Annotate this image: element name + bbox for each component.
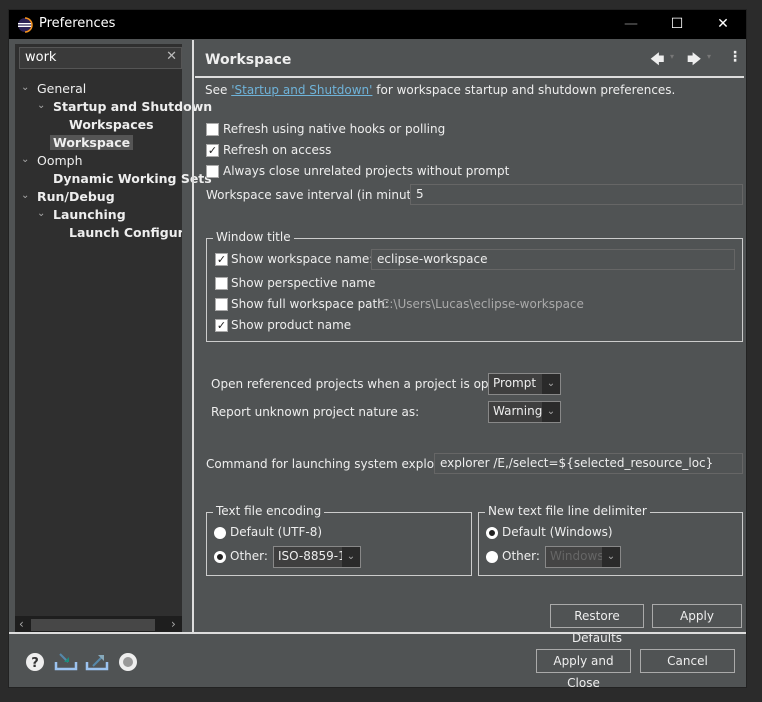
- maximize-button[interactable]: ☐: [654, 10, 700, 39]
- always-close-label: Always close unrelated projects without …: [223, 164, 510, 178]
- show-workspace-name-checkbox[interactable]: ✓: [215, 253, 228, 266]
- delimiter-default-label: Default (Windows): [502, 525, 613, 539]
- encoding-select[interactable]: ISO-8859-1 ⌄: [273, 546, 361, 568]
- window-title-group: Window title ✓ Show workspace name: ecli…: [206, 230, 743, 342]
- always-close-checkbox[interactable]: [206, 165, 219, 178]
- intro-suffix: for workspace startup and shutdown prefe…: [372, 83, 676, 97]
- help-icon[interactable]: ?: [25, 652, 45, 672]
- show-full-path-label: Show full workspace path:: [231, 297, 389, 311]
- apply-and-close-button[interactable]: Apply and Close: [536, 649, 631, 690]
- delimiter-default-radio[interactable]: [486, 527, 498, 539]
- chevron-down-icon: ⌄: [542, 402, 560, 422]
- window-title: Preferences: [39, 16, 116, 31]
- show-workspace-name-label: Show workspace name:: [231, 252, 374, 266]
- delimiter-other-label: Other:: [502, 549, 540, 563]
- intro-text: See 'Startup and Shutdown' for workspace…: [205, 83, 675, 97]
- back-icon[interactable]: 🡄: [650, 49, 664, 73]
- view-menu-icon[interactable]: ⋮: [728, 49, 742, 65]
- oomph-record-icon[interactable]: [118, 652, 138, 672]
- scrollbar-thumb[interactable]: [31, 619, 155, 631]
- explorer-command-label: Command for launching system explorer:: [206, 457, 455, 471]
- delimiter-value: Windows: [550, 549, 604, 563]
- encoding-other-radio[interactable]: [214, 551, 226, 563]
- minimize-button[interactable]: —: [608, 10, 654, 39]
- footer-divider: [9, 632, 746, 634]
- report-nature-value: Warning: [493, 404, 543, 418]
- show-full-path-checkbox[interactable]: [215, 298, 228, 311]
- export-icon[interactable]: [85, 652, 109, 672]
- tree-item-dynamic-working-sets[interactable]: Dynamic Working Sets: [53, 171, 212, 186]
- chevron-down-icon[interactable]: ⌄: [21, 190, 29, 201]
- chevron-down-icon: ⌄: [602, 547, 620, 567]
- show-perspective-name-checkbox[interactable]: [215, 277, 228, 290]
- scroll-left-icon[interactable]: ‹: [19, 617, 24, 631]
- sash-divider[interactable]: [192, 40, 194, 632]
- delimiter-select[interactable]: Windows ⌄: [545, 546, 621, 568]
- chevron-down-icon[interactable]: ⌄: [21, 82, 29, 93]
- save-interval-label: Workspace save interval (in minutes):: [206, 188, 434, 202]
- encoding-value: ISO-8859-1: [278, 549, 346, 563]
- save-interval-input[interactable]: 5: [410, 184, 743, 205]
- filter-input[interactable]: work ✕: [19, 47, 182, 69]
- open-referenced-label: Open referenced projects when a project …: [211, 377, 523, 391]
- encoding-default-label: Default (UTF-8): [230, 525, 323, 539]
- refresh-on-access-checkbox[interactable]: ✓: [206, 144, 219, 157]
- back-dropdown-icon[interactable]: ▾: [670, 52, 674, 61]
- report-nature-select[interactable]: Warning ⌄: [488, 401, 561, 423]
- tree-item-workspace[interactable]: Workspace: [50, 135, 134, 150]
- tree-item-startup-shutdown[interactable]: Startup and Shutdown: [53, 99, 212, 114]
- workspace-name-input[interactable]: eclipse-workspace: [371, 249, 735, 270]
- title-bar: Preferences — ☐ ✕: [9, 10, 746, 39]
- intro-prefix: See: [205, 83, 232, 97]
- import-icon[interactable]: [54, 652, 78, 672]
- forward-icon[interactable]: 🡆: [687, 49, 701, 73]
- preference-tree: work ✕ ⌄ General ⌄ Startup and Shutdown W…: [15, 44, 212, 634]
- encoding-other-label: Other:: [230, 549, 268, 563]
- chevron-down-icon: ⌄: [542, 374, 560, 394]
- preferences-dialog: Preferences — ☐ ✕ work ✕ ⌄ General ⌄ Star…: [8, 9, 747, 690]
- open-referenced-select[interactable]: Prompt ⌄: [488, 373, 561, 395]
- show-perspective-name-label: Show perspective name: [231, 276, 376, 290]
- refresh-on-access-label: Refresh on access: [223, 143, 332, 157]
- full-path-value: C:\Users\Lucas\eclipse-workspace: [381, 297, 584, 311]
- tree-item-oomph[interactable]: Oomph: [37, 153, 83, 168]
- report-nature-label: Report unknown project nature as:: [211, 405, 420, 419]
- show-product-name-label: Show product name: [231, 318, 352, 332]
- chevron-down-icon[interactable]: ⌄: [37, 100, 45, 111]
- svg-text:?: ?: [31, 656, 39, 671]
- refresh-native-checkbox[interactable]: [206, 123, 219, 136]
- apply-button[interactable]: Apply: [652, 604, 742, 628]
- delimiter-other-radio[interactable]: [486, 551, 498, 563]
- tree-item-workspaces[interactable]: Workspaces: [69, 117, 154, 132]
- open-referenced-value: Prompt: [493, 376, 537, 390]
- explorer-command-input[interactable]: explorer /E,/select=${selected_resource_…: [434, 453, 743, 474]
- preference-page: Workspace 🡄 ▾ 🡆 ▾ ⋮ See 'Startup and Shu…: [195, 40, 747, 645]
- line-delimiter-group: New text file line delimiter Default (Wi…: [478, 504, 743, 576]
- filter-value: work: [25, 50, 57, 65]
- header-divider: [195, 76, 744, 78]
- eclipse-logo-icon: [18, 17, 33, 33]
- cancel-button[interactable]: Cancel: [640, 649, 735, 673]
- tree-item-launch-configuration[interactable]: Launch Configuration: [69, 225, 182, 240]
- tree-item-run-debug[interactable]: Run/Debug: [37, 189, 115, 204]
- chevron-down-icon[interactable]: ⌄: [21, 154, 29, 165]
- tree-item-general[interactable]: General: [37, 81, 86, 96]
- close-button[interactable]: ✕: [700, 10, 746, 39]
- startup-shutdown-link[interactable]: 'Startup and Shutdown': [231, 83, 372, 97]
- text-encoding-group: Text file encoding Default (UTF-8) Other…: [206, 504, 472, 576]
- clear-filter-icon[interactable]: ✕: [166, 49, 177, 64]
- chevron-down-icon[interactable]: ⌄: [37, 208, 45, 219]
- tree-item-launching[interactable]: Launching: [53, 207, 126, 222]
- window-title-group-label: Window title: [213, 230, 294, 244]
- line-delimiter-label: New text file line delimiter: [485, 504, 650, 518]
- show-product-name-checkbox[interactable]: ✓: [215, 319, 228, 332]
- page-title: Workspace: [205, 52, 292, 68]
- encoding-default-radio[interactable]: [214, 527, 226, 539]
- restore-defaults-button[interactable]: Restore Defaults: [550, 604, 644, 645]
- text-encoding-label: Text file encoding: [213, 504, 325, 518]
- scroll-right-icon[interactable]: ›: [171, 617, 176, 631]
- chevron-down-icon: ⌄: [342, 547, 360, 567]
- forward-dropdown-icon[interactable]: ▾: [707, 52, 711, 61]
- refresh-native-label: Refresh using native hooks or polling: [223, 122, 446, 136]
